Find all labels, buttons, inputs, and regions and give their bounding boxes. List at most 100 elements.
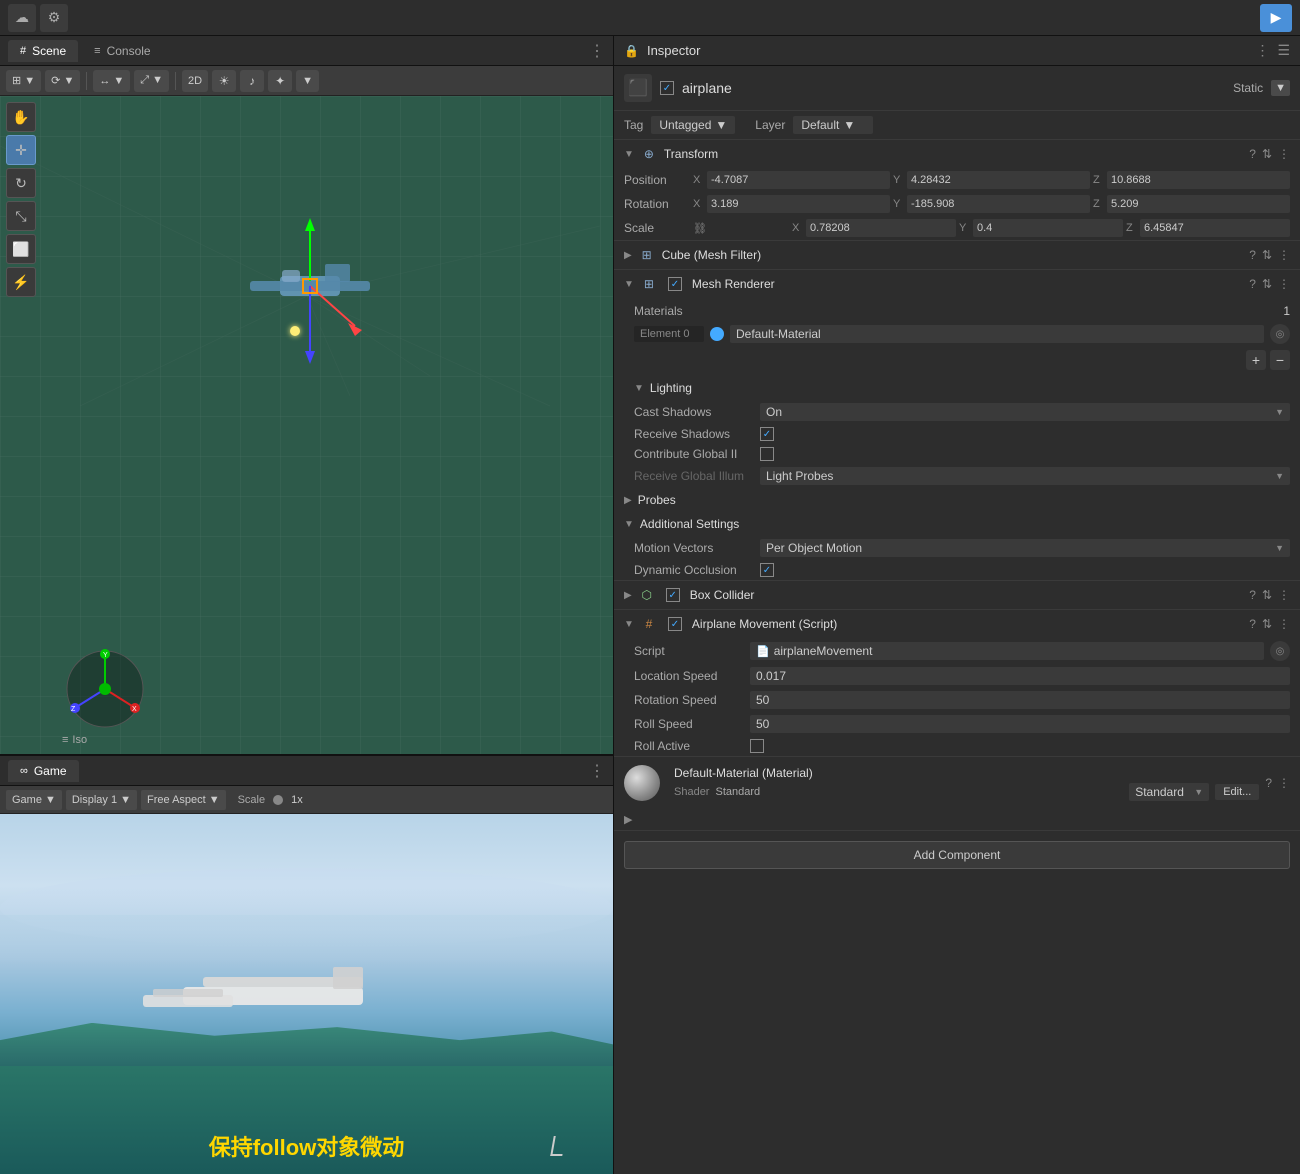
scene-tab-more[interactable]: ⋮	[589, 41, 605, 61]
hand-tool[interactable]: ✋	[6, 102, 36, 132]
toolbar-layout-btn[interactable]: ⊞ ▼	[6, 70, 41, 92]
scale-z-input[interactable]	[1140, 219, 1290, 237]
play-button[interactable]: ▶	[1260, 4, 1292, 32]
settings-icon[interactable]: ⚙	[40, 4, 68, 32]
box-collider-help[interactable]: ?	[1249, 588, 1256, 602]
mesh-renderer-settings[interactable]: ⇅	[1262, 277, 1272, 291]
roll-speed-value[interactable]: 50	[750, 715, 1290, 733]
material-expand[interactable]: ▶	[614, 809, 1300, 830]
box-collider-settings[interactable]: ⇅	[1262, 588, 1272, 602]
iso-label: ≡ Iso	[62, 734, 87, 746]
scene-tab-label: Scene	[32, 44, 66, 58]
move-tool[interactable]: ✛	[6, 135, 36, 165]
airplane-script-more[interactable]: ⋮	[1278, 617, 1290, 631]
toolbar-snap-btn[interactable]: ⤢ ▼	[134, 70, 169, 92]
box-collider-header[interactable]: ▶ ⬡ Box Collider ? ⇅ ⋮	[614, 581, 1300, 609]
scene-tab-bar: # Scene ≡ Console ⋮	[0, 36, 613, 66]
game-dropdown-display[interactable]: Display 1 ▼	[66, 790, 137, 810]
transform-tool[interactable]: ⚡	[6, 267, 36, 297]
mesh-filter-help[interactable]: ?	[1249, 248, 1256, 262]
toolbar-fx-btn[interactable]: ✦	[268, 70, 292, 92]
roll-active-checkbox[interactable]	[750, 739, 764, 753]
mesh-filter-settings[interactable]: ⇅	[1262, 248, 1272, 262]
game-toolbar: Game ▼ Display 1 ▼ Free Aspect ▼ Scale 1…	[0, 786, 613, 814]
cast-shadows-dropdown[interactable]: On ▼	[760, 403, 1290, 421]
motion-vectors-dropdown[interactable]: Per Object Motion ▼	[760, 539, 1290, 557]
lighting-section-header[interactable]: ▼ Lighting	[614, 376, 1300, 400]
scale-xyz: ⛓ X Y Z	[693, 219, 1290, 237]
inspector-layers-btn[interactable]: ☰	[1277, 42, 1290, 59]
toolbar-2d-btn[interactable]: 2D	[182, 70, 208, 92]
additional-settings-header[interactable]: ▼ Additional Settings	[614, 512, 1300, 536]
transform-header[interactable]: ▼ ⊕ Transform ? ⇅ ⋮	[614, 140, 1300, 168]
airplane-script-header[interactable]: ▼ # Airplane Movement (Script) ? ⇅ ⋮	[614, 610, 1300, 638]
tab-scene[interactable]: # Scene	[8, 40, 78, 62]
rgi-dropdown[interactable]: Light Probes ▼	[760, 467, 1290, 485]
toolbar-light-btn[interactable]: ☀	[212, 70, 236, 92]
game-dropdown-aspect[interactable]: Free Aspect ▼	[141, 790, 226, 810]
material-help[interactable]: ?	[1265, 776, 1272, 790]
cloud-icon[interactable]: ☁	[8, 4, 36, 32]
mesh-filter-header[interactable]: ▶ ⊞ Cube (Mesh Filter) ? ⇅ ⋮	[614, 241, 1300, 269]
layer-dropdown[interactable]: Default ▼	[793, 116, 873, 134]
scale-y-input[interactable]	[973, 219, 1123, 237]
scale-x-input[interactable]	[806, 219, 956, 237]
tab-game[interactable]: ∞ Game	[8, 760, 79, 782]
box-collider-more[interactable]: ⋮	[1278, 588, 1290, 602]
rotation-speed-value[interactable]: 50	[750, 691, 1290, 709]
scene-view[interactable]: ✋ ✛ ↻ ⤡ ⬜ ⚡ Y Z	[0, 96, 613, 754]
mesh-renderer-more[interactable]: ⋮	[1278, 277, 1290, 291]
toolbar-more-btn[interactable]: ▼	[296, 70, 319, 92]
materials-remove-btn[interactable]: −	[1270, 350, 1290, 370]
airplane-script-help[interactable]: ?	[1249, 617, 1256, 631]
game-tab-bar: ∞ Game ⋮	[0, 756, 613, 786]
pos-z-input[interactable]	[1107, 171, 1290, 189]
box-collider-checkbox[interactable]	[666, 588, 680, 602]
script-value: 📄 airplaneMovement	[750, 642, 1264, 660]
game-dropdown-game[interactable]: Game ▼	[6, 790, 62, 810]
airplane-script-icon: #	[640, 615, 658, 633]
dynamic-occlusion-checkbox[interactable]	[760, 563, 774, 577]
transform-settings[interactable]: ⇅	[1262, 147, 1272, 161]
script-target-btn[interactable]: ◎	[1270, 641, 1290, 661]
airplane-script-checkbox[interactable]	[668, 617, 682, 631]
scale-tool[interactable]: ⤡	[6, 201, 36, 231]
materials-section: Materials 1 Element 0 Default-Material ◎…	[614, 298, 1300, 376]
shader-edit-btn[interactable]: Edit...	[1215, 784, 1259, 800]
object-active-checkbox[interactable]	[660, 81, 674, 95]
layer-label: Layer	[755, 118, 785, 132]
pos-y-input[interactable]	[907, 171, 1090, 189]
location-speed-value[interactable]: 0.017	[750, 667, 1290, 685]
tab-console[interactable]: ≡ Console	[82, 40, 162, 62]
rot-x-input[interactable]	[707, 195, 890, 213]
probes-header[interactable]: ▶ Probes	[614, 488, 1300, 512]
mesh-renderer-help[interactable]: ?	[1249, 277, 1256, 291]
toolbar-global-btn[interactable]: ↔ ▼	[93, 70, 130, 92]
contribute-gi-checkbox[interactable]	[760, 447, 774, 461]
airplane-script-settings[interactable]: ⇅	[1262, 617, 1272, 631]
material-more[interactable]: ⋮	[1278, 776, 1290, 790]
shader-dropdown[interactable]: Standard ▼	[1129, 783, 1209, 801]
scene-tab-icon: #	[20, 45, 26, 57]
tag-dropdown[interactable]: Untagged ▼	[651, 116, 735, 134]
add-component-button[interactable]: Add Component	[624, 841, 1290, 869]
game-tab-more[interactable]: ⋮	[589, 761, 605, 781]
rect-tool[interactable]: ⬜	[6, 234, 36, 264]
mesh-renderer-checkbox[interactable]	[668, 277, 682, 291]
transform-more[interactable]: ⋮	[1278, 147, 1290, 161]
transform-help[interactable]: ?	[1249, 147, 1256, 161]
toolbar-pivot-btn[interactable]: ⟳ ▼	[45, 70, 80, 92]
rot-y-input[interactable]	[907, 195, 1090, 213]
static-dropdown[interactable]: ▼	[1271, 80, 1290, 96]
rot-z-input[interactable]	[1107, 195, 1290, 213]
receive-shadows-checkbox[interactable]	[760, 427, 774, 441]
materials-add-btn[interactable]: +	[1246, 350, 1266, 370]
transform-position-row: Position X Y Z	[614, 168, 1300, 192]
material-target-btn[interactable]: ◎	[1270, 324, 1290, 344]
mesh-renderer-header[interactable]: ▼ ⊞ Mesh Renderer ? ⇅ ⋮	[614, 270, 1300, 298]
rotate-tool[interactable]: ↻	[6, 168, 36, 198]
mesh-filter-more[interactable]: ⋮	[1278, 248, 1290, 262]
pos-x-input[interactable]	[707, 171, 890, 189]
toolbar-audio-btn[interactable]: ♪	[240, 70, 264, 92]
inspector-lock-btn[interactable]: ⋮	[1255, 42, 1269, 59]
